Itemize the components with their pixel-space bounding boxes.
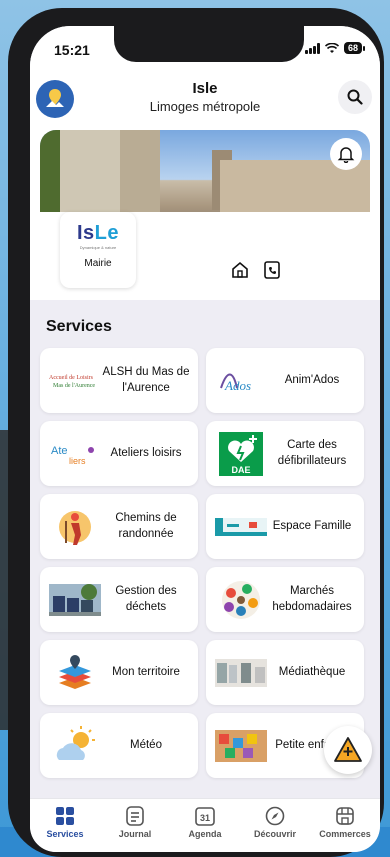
ateliers-logo-icon: Ate liers: [48, 434, 102, 474]
status-time: 15:21: [54, 42, 90, 58]
app-header: Isle Limoges métropole: [30, 66, 380, 122]
dae-logo-icon: DAE: [214, 431, 268, 476]
famille-screenshot-icon: [214, 507, 268, 547]
contact-phone-icon[interactable]: [262, 260, 282, 280]
quick-icons: [230, 260, 282, 280]
svg-text:DAE: DAE: [231, 465, 250, 475]
service-label: Météo: [130, 738, 162, 751]
map-layers-icon: [48, 653, 102, 693]
shop-icon: [336, 807, 354, 825]
market-icon: [214, 580, 268, 620]
status-icons: 68: [304, 42, 366, 54]
service-card-meteo[interactable]: Météo: [40, 713, 198, 778]
service-label: Chemins de randonnée: [115, 511, 177, 540]
service-label: Médiathèque: [278, 665, 346, 678]
location-pin-icon: [46, 89, 64, 107]
service-label: Gestion des déchets: [115, 584, 177, 613]
service-label: Ateliers loisirs: [110, 446, 182, 459]
services-grid: Accueil de Loisirs Mas de l'Aurence ALSH …: [30, 348, 380, 778]
home-icon[interactable]: [230, 260, 250, 280]
service-card-ateliers[interactable]: Ate liers Ateliers loisirs: [40, 421, 198, 486]
notifications-button[interactable]: [330, 138, 362, 170]
mairie-label: Mairie: [84, 258, 112, 269]
service-label: Anim'Ados: [284, 373, 340, 386]
alsh-logo-icon: Accueil de Loisirs Mas de l'Aurence: [48, 361, 102, 401]
service-label: Marchés hebdomadaires: [272, 584, 352, 613]
hiker-icon: [48, 507, 102, 547]
mairie-tagline: Dynamique & nature: [79, 245, 117, 250]
bins-photo-icon: [48, 580, 102, 620]
status-bar: 15:21 68: [30, 26, 380, 66]
newspaper-icon: [126, 806, 144, 826]
phone-frame: 15:21 68 Isle Limoges métropole IsLe Dyn…: [8, 8, 384, 857]
tab-commerces[interactable]: Commerces: [310, 799, 380, 852]
toys-photo-icon: [214, 726, 268, 766]
calendar-icon: 31: [195, 807, 215, 826]
service-card-mediatheque[interactable]: Médiathèque: [206, 640, 364, 705]
animados-logo-icon: Ados: [214, 361, 268, 401]
wifi-icon: [324, 42, 339, 53]
search-button[interactable]: [338, 80, 372, 114]
mairie-logo: IsLe: [76, 222, 120, 244]
weather-icon: [48, 725, 102, 766]
bell-icon: [337, 147, 355, 163]
service-card-alsh[interactable]: Accueil de Loisirs Mas de l'Aurence ALSH …: [40, 348, 198, 413]
report-fab-button[interactable]: [324, 726, 372, 774]
service-card-randonnee[interactable]: Chemins de randonnée: [40, 494, 198, 559]
compass-icon: [265, 806, 285, 826]
tab-services[interactable]: Services: [30, 799, 100, 852]
grid-icon: [56, 807, 74, 825]
app-title: Isle: [192, 80, 218, 97]
svg-text:Ate: Ate: [51, 445, 68, 457]
search-icon: [347, 89, 363, 105]
svg-text:Mas de l'Aurence: Mas de l'Aurence: [53, 383, 95, 389]
app-screen: 15:21 68 Isle Limoges métropole IsLe Dyn…: [30, 26, 380, 852]
svg-text:Accueil de Loisirs: Accueil de Loisirs: [49, 375, 94, 381]
svg-text:Ados: Ados: [224, 378, 251, 393]
bottom-tab-bar: Services Journal 31 Agenda Découvrir Com…: [30, 798, 380, 852]
service-card-espace-famille[interactable]: Espace Famille: [206, 494, 364, 559]
city-logo-button[interactable]: [36, 80, 74, 118]
warning-plus-icon: [334, 737, 362, 762]
notch: [114, 26, 304, 62]
service-card-marches[interactable]: Marchés hebdomadaires: [206, 567, 364, 632]
svg-text:liers: liers: [69, 456, 86, 466]
mairie-card[interactable]: IsLe Dynamique & nature Mairie: [60, 212, 136, 288]
service-label: Espace Famille: [272, 519, 352, 532]
service-card-animados[interactable]: Ados Anim'Ados: [206, 348, 364, 413]
tab-label: Agenda: [188, 829, 222, 839]
tab-decouvrir[interactable]: Découvrir: [240, 799, 310, 852]
tab-journal[interactable]: Journal: [100, 799, 170, 852]
tab-agenda[interactable]: 31 Agenda: [170, 799, 240, 852]
battery-icon: 68: [343, 42, 366, 54]
tab-label: Découvrir: [253, 829, 297, 839]
signal-icon: [304, 42, 320, 54]
service-card-territoire[interactable]: Mon territoire: [40, 640, 198, 705]
service-label: ALSH du Mas de l'Aurence: [102, 365, 190, 394]
services-title: Services: [46, 318, 112, 335]
library-photo-icon: [214, 653, 268, 693]
svg-text:31: 31: [200, 813, 210, 823]
tab-label: Services: [46, 829, 84, 839]
service-label: Carte des défibrillateurs: [277, 438, 347, 467]
tab-label: Commerces: [319, 829, 371, 839]
service-label: Mon territoire: [112, 665, 180, 678]
service-card-dechets[interactable]: Gestion des déchets: [40, 567, 198, 632]
app-subtitle: Limoges métropole: [149, 99, 261, 114]
service-card-defibrillateurs[interactable]: DAE Carte des défibrillateurs: [206, 421, 364, 486]
tab-label: Journal: [118, 829, 152, 839]
mairie-row: IsLe Dynamique & nature Mairie: [30, 212, 380, 300]
